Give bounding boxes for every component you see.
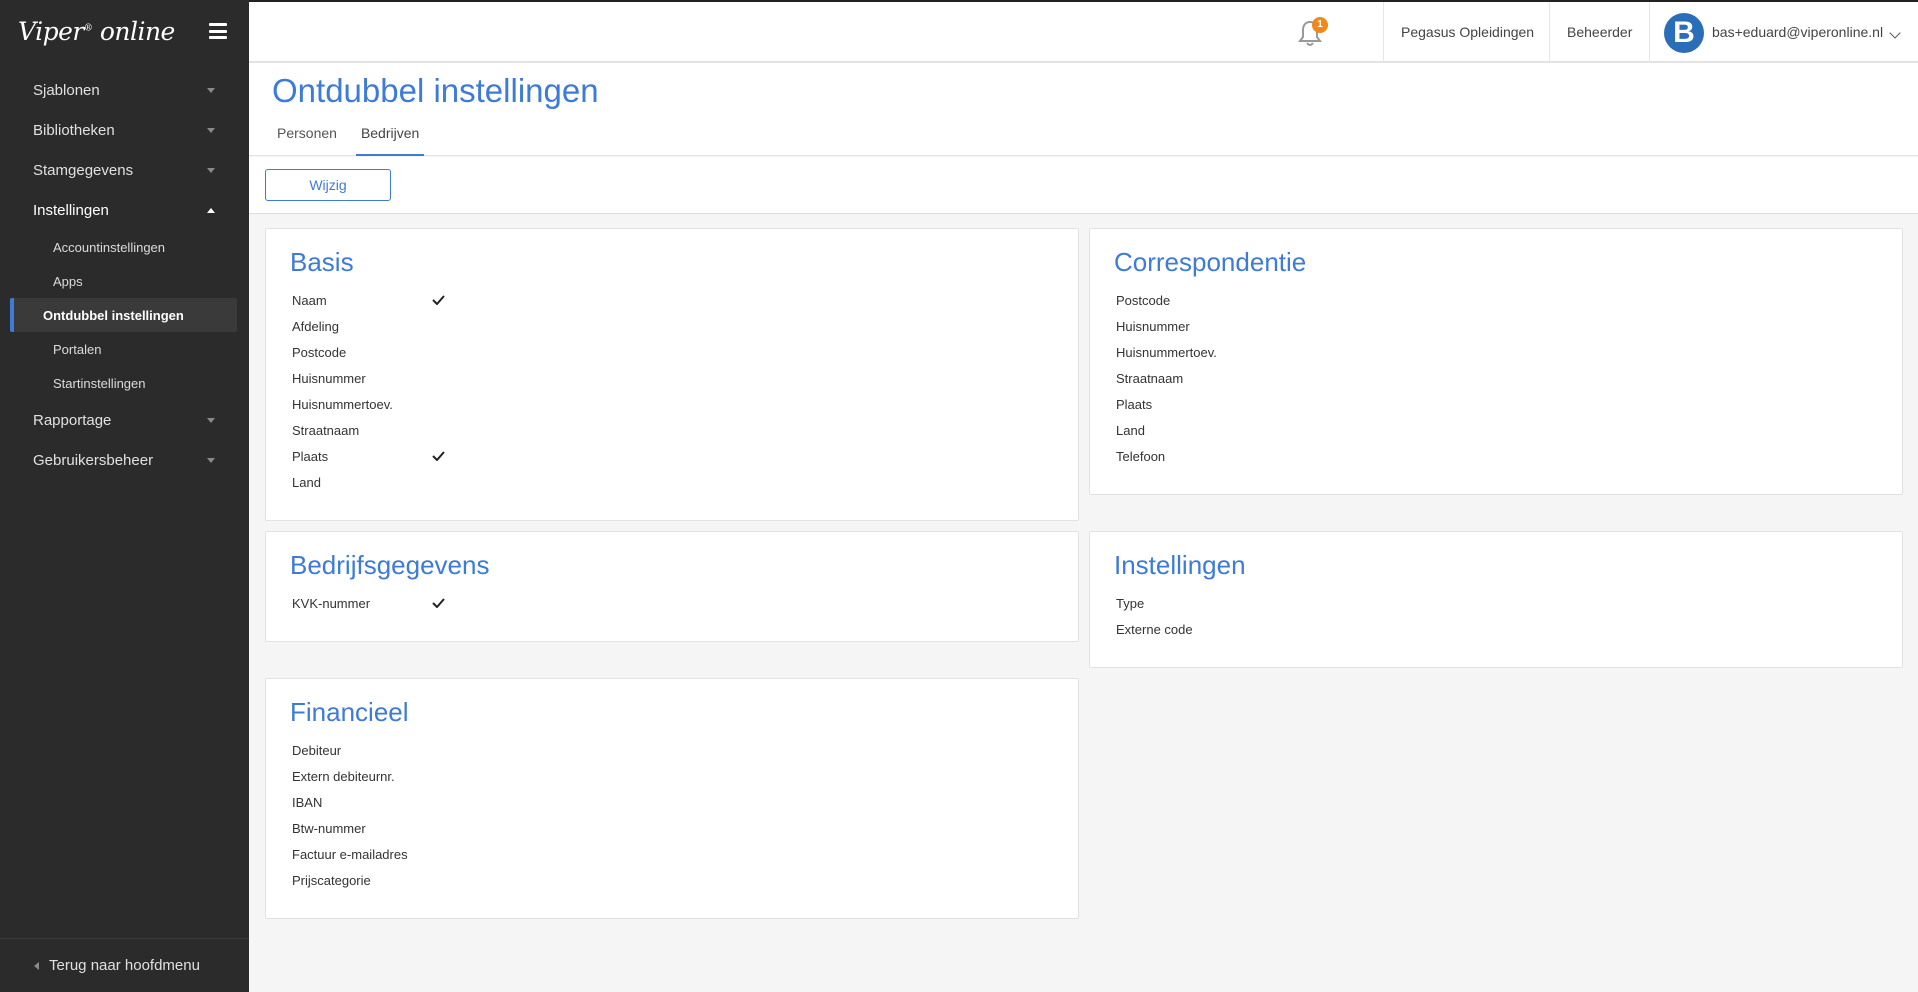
sidebar: Viper® online Sjablonen Bibliotheken Sta… [0,0,249,992]
caret-left-icon [34,961,39,970]
caret-down-icon [207,127,215,133]
tab-bar: Personen Bedrijven [272,123,438,156]
field-label: Land [292,475,321,490]
logo-bar: Viper® online [0,0,249,62]
field-label: Factuur e-mailadres [292,847,408,862]
organization-link[interactable]: Pegasus Opleidingen [1401,2,1534,63]
sidebar-subitem-ontdubbel-instellingen[interactable]: Ontdubbel instellingen [10,298,237,332]
avatar[interactable]: B [1664,13,1704,53]
field-label: Huisnummer [1116,319,1190,334]
field-label: Naam [292,293,327,308]
field-label: IBAN [292,795,323,810]
field-label: Straatnaam [292,423,360,438]
sidebar-subitem-startinstellingen[interactable]: Startinstellingen [10,366,237,400]
field-label: Huisnummer [292,371,366,386]
caret-down-icon [207,167,215,173]
field-label: Type [1116,596,1145,611]
menu-toggle-icon[interactable] [209,23,227,39]
divider [1549,2,1550,63]
card-title: Correspondentie [1114,247,1307,277]
notification-badge: 1 [1312,17,1328,33]
divider [1383,2,1384,63]
sidebar-item-stamgegevens[interactable]: Stamgegevens [0,150,249,190]
sidebar-item-label: Instellingen [33,201,109,219]
edit-button[interactable]: Wijzig [265,169,391,201]
field-label: Externe code [1116,622,1193,637]
sidebar-item-label: Stamgegevens [33,161,134,179]
page-title: Ontdubbel instellingen [272,72,599,109]
tab-bedrijven[interactable]: Bedrijven [355,123,425,156]
sidebar-item-label: Bibliotheken [33,121,115,139]
card-instellingen: Instellingen Type Externe code [1089,531,1903,668]
sidebar-item-label: Gebruikersbeheer [33,451,154,469]
caret-down-icon [207,417,215,423]
sidebar-subitem-apps[interactable]: Apps [10,264,237,298]
page-header: Ontdubbel instellingen Personen Bedrijve… [249,63,1918,156]
sidebar-item-instellingen[interactable]: Instellingen [0,190,249,230]
field-label: Plaats [1116,397,1153,412]
field-label: Extern debiteurnr. [292,769,395,784]
tab-personen[interactable]: Personen [272,123,342,156]
sidebar-nav: Sjablonen Bibliotheken Stamgegevens Inst… [0,70,249,480]
toolbar: Wijzig [249,157,1918,214]
field-label: Land [1116,423,1145,438]
sidebar-item-bibliotheken[interactable]: Bibliotheken [0,110,249,150]
topbar: 1 Pegasus Opleidingen Beheerder B bas+ed… [249,0,1918,63]
card-title: Instellingen [1114,550,1246,580]
card-basis: Basis Naam Afdeling Postcode Huisnummer Huis… [265,228,1079,521]
checkmark-icon [432,451,445,461]
checkmark-icon [432,598,445,608]
field-label: Btw-nummer [292,821,366,836]
field-label: Afdeling [292,319,339,334]
card-title: Financieel [290,697,409,727]
user-email[interactable]: bas+eduard@viperonline.nl [1712,2,1883,63]
divider [1649,2,1650,63]
sidebar-subitem-portalen[interactable]: Portalen [10,332,237,366]
card-title: Bedrijfsgegevens [290,550,490,580]
back-to-main-menu-link[interactable]: Terug naar hoofdmenu [0,938,249,992]
card-bedrijfsgegevens: Bedrijfsgegevens KVK-nummer [265,531,1079,642]
sidebar-subitem-accountinstellingen[interactable]: Accountinstellingen [10,230,237,264]
field-label: Postcode [1116,293,1171,308]
field-label: Debiteur [292,743,342,758]
field-label: Prijscategorie [292,873,371,888]
sidebar-item-label: Sjablonen [33,81,100,99]
role-link[interactable]: Beheerder [1567,2,1632,63]
caret-down-icon [207,457,215,463]
field-label: Postcode [292,345,347,360]
sidebar-item-label: Rapportage [33,411,112,429]
sidebar-item-gebruikersbeheer[interactable]: Gebruikersbeheer [0,440,249,480]
card-title: Basis [290,247,354,277]
sidebar-item-rapportage[interactable]: Rapportage [0,400,249,440]
card-financieel: Financieel Debiteur Extern debiteurnr. IBA… [265,678,1079,919]
back-to-main-menu-label: Terug naar hoofdmenu [49,957,200,974]
field-label: Telefoon [1116,449,1166,464]
checkmark-icon [432,295,445,305]
field-label: Huisnummertoev. [292,397,393,412]
field-label: Straatnaam [1116,371,1184,386]
field-label: Huisnummertoev. [1116,345,1217,360]
field-label: KVK-nummer [292,596,371,611]
sidebar-item-sjablonen[interactable]: Sjablonen [0,70,249,110]
card-correspondentie: Correspondentie Postcode Huisnummer Huisnu… [1089,228,1903,495]
field-label: Plaats [292,449,329,464]
caret-up-icon [207,207,215,213]
chevron-down-icon[interactable] [1889,27,1901,39]
app-logo[interactable]: Viper® online [18,17,175,46]
caret-down-icon [207,87,215,93]
